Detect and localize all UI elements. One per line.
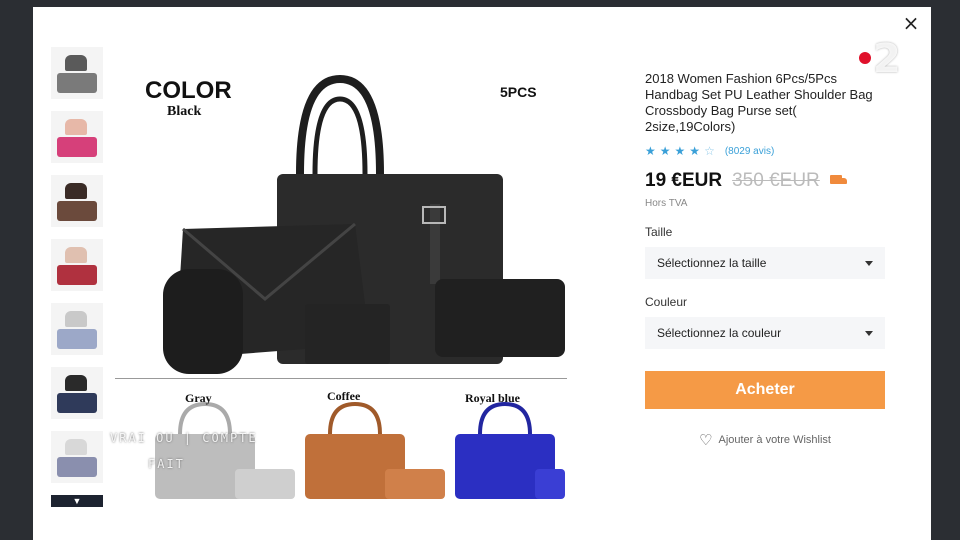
- chevron-down-icon: [865, 260, 873, 266]
- current-price: 19 €EUR: [645, 170, 723, 191]
- close-icon[interactable]: ×: [901, 13, 921, 33]
- add-to-wishlist-link[interactable]: ♡ Ajouter à votre Wishlist: [645, 431, 885, 449]
- size-select-value: Sélectionnez la taille: [657, 256, 767, 270]
- color-select-value: Sélectionnez la couleur: [657, 326, 782, 340]
- thumbnail-4[interactable]: [51, 239, 103, 291]
- chevron-down-icon: [865, 330, 873, 336]
- coffee-bag-set: [305, 401, 445, 499]
- review-count-link[interactable]: (8029 avis): [725, 146, 774, 157]
- thumbnail-2[interactable]: [51, 111, 103, 163]
- star-icon: ★: [659, 144, 671, 158]
- thumbnail-6[interactable]: [51, 367, 103, 419]
- star-icon: ★: [674, 144, 686, 158]
- image-divider: [115, 378, 567, 379]
- thumbnail-3[interactable]: [51, 175, 103, 227]
- variant-label-coffee: Coffee: [327, 389, 361, 403]
- product-rating: ★ ★ ★ ★ ☆ (8029 avis): [645, 144, 885, 158]
- tax-note: Hors TVA: [645, 198, 688, 209]
- thumbnail-5[interactable]: [51, 303, 103, 355]
- size-label: Taille: [645, 225, 673, 239]
- red-dot-icon: [859, 52, 871, 64]
- variant-label-royal-blue: Royal blue: [465, 391, 521, 405]
- thumbnail-list: ▼: [51, 47, 103, 507]
- watermark-line2: FAIT: [148, 457, 185, 471]
- heart-icon: ♡: [699, 431, 713, 449]
- star-icon: ★: [645, 144, 656, 158]
- price-row: 19 €EUR 350 €EUR: [645, 170, 885, 192]
- thumbnail-7[interactable]: [51, 431, 103, 483]
- star-icon: ★: [689, 144, 701, 158]
- royal-blue-bag-set: [455, 401, 565, 499]
- buy-button[interactable]: Acheter: [645, 371, 885, 409]
- variant-label-gray: Gray: [185, 391, 212, 405]
- broadcast-watermark: VRAI OU | COMPTE FAIT: [110, 431, 258, 471]
- size-select[interactable]: Sélectionnez la taille: [645, 247, 885, 279]
- color-select[interactable]: Sélectionnez la couleur: [645, 317, 885, 349]
- product-title: 2018 Women Fashion 6Pcs/5Pcs Handbag Set…: [645, 71, 873, 134]
- color-label: Couleur: [645, 295, 688, 309]
- watermark-line1: VRAI OU: [110, 431, 175, 445]
- thumbnail-1[interactable]: [51, 47, 103, 99]
- watermark-middle: COMPTE: [202, 431, 258, 445]
- shipping-truck-icon: [829, 175, 848, 187]
- wishlist-label: Ajouter à votre Wishlist: [718, 434, 831, 446]
- product-info-panel: 2018 Women Fashion 6Pcs/5Pcs Handbag Set…: [645, 71, 885, 449]
- old-price: 350 €EUR: [732, 170, 820, 191]
- thumbnail-scroll-down-button[interactable]: ▼: [51, 495, 103, 507]
- star-outline-icon: ☆: [704, 144, 715, 158]
